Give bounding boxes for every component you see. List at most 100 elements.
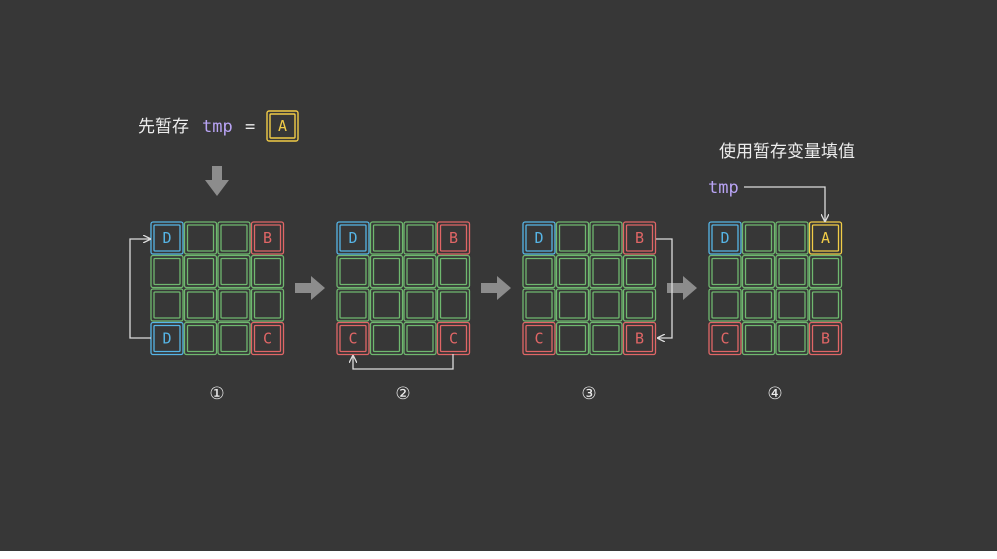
fill-with-temp-label: 使用暂存变量填值 (719, 141, 855, 162)
matrix-cell (522, 254, 556, 289)
matrix-cell-letter: B (263, 229, 272, 247)
matrix-cell-c: C (708, 321, 742, 356)
matrix-cell-d: D (150, 321, 184, 356)
matrix-cell (555, 221, 590, 255)
matrix-cell (403, 288, 437, 322)
tmp-value-box: A (266, 110, 299, 142)
matrix-cell (741, 254, 776, 289)
matrix-cell (622, 254, 657, 289)
tmp-variable-label: tmp (202, 117, 233, 137)
matrix-cell-c: C (436, 321, 471, 356)
matrix-cell (622, 288, 657, 322)
matrix-cell (183, 221, 218, 255)
store-temp-label: 先暂存 (138, 117, 189, 137)
matrix-cell (403, 254, 437, 289)
matrix-cell-letter: C (449, 330, 458, 348)
tmp-value-letter: A (278, 117, 287, 135)
matrix-cell (741, 288, 776, 322)
matrix-cell-d: D (522, 221, 556, 255)
matrix-rotation-diagram: 先暂存 tmp = A 使用暂存变量填值 tmp D B D C D B C C D B C B D A C… (129, 110, 855, 404)
matrix-cell (369, 288, 404, 322)
matrix-cell (183, 288, 218, 322)
matrix-cell (150, 254, 184, 289)
matrix-cell (808, 288, 843, 322)
matrix-cell-b: B (250, 221, 285, 255)
matrix-cell-letter: C (348, 330, 357, 348)
matrix-cell (183, 321, 218, 356)
matrix-cell-letter: D (720, 229, 729, 247)
step-arrow-icon (481, 276, 511, 300)
matrix-cell-b: B (622, 221, 657, 255)
step-number: ① (209, 384, 224, 404)
equals-sign: = (245, 117, 255, 137)
matrix-cell (555, 254, 590, 289)
matrix-cell (589, 254, 623, 289)
matrix-cell-c: C (250, 321, 285, 356)
step-number: ③ (581, 384, 596, 404)
step-arrow-icon (295, 276, 325, 300)
matrix-grid: D B C B (522, 221, 657, 356)
matrix-cell-b: B (622, 321, 657, 356)
matrix-grid: D B D C (150, 221, 285, 356)
matrix-cell-d: D (336, 221, 370, 255)
matrix-cell (150, 288, 184, 322)
matrix-grid: D A C B (708, 221, 843, 356)
matrix-cell (250, 288, 285, 322)
matrix-cell (217, 288, 251, 322)
move-d-up-connector (129, 239, 151, 339)
move-c-left-connector (353, 354, 454, 370)
matrix-cell-letter: B (635, 330, 644, 348)
fill-tmp-variable-label: tmp (708, 178, 739, 198)
matrix-cell (775, 321, 809, 356)
matrix-cell-letter: C (534, 330, 543, 348)
matrix-cell (369, 321, 404, 356)
matrix-cell-letter: D (348, 229, 357, 247)
matrix-cell-a: A (808, 221, 843, 255)
matrix-cell-letter: A (821, 229, 830, 247)
matrix-cell (775, 254, 809, 289)
matrix-cell (336, 254, 370, 289)
matrix-cell (589, 321, 623, 356)
matrix-cell (217, 321, 251, 356)
matrix-cell (775, 221, 809, 255)
matrix-cell (436, 254, 471, 289)
matrix-cell-c: C (522, 321, 556, 356)
matrix-cell-b: B (436, 221, 471, 255)
matrix-cell (589, 221, 623, 255)
matrix-cell (808, 254, 843, 289)
matrix-cell-letter: D (162, 229, 171, 247)
store-down-arrow-icon (205, 166, 229, 196)
matrix-cell-d: D (150, 221, 184, 255)
matrix-cell-letter: B (821, 330, 830, 348)
matrix-cell (369, 221, 404, 255)
matrix-cell-b: B (808, 321, 843, 356)
matrix-cell (741, 321, 776, 356)
matrix-cell-letter: D (534, 229, 543, 247)
matrix-cell (555, 321, 590, 356)
matrix-cell (369, 254, 404, 289)
fill-tmp-connector (744, 186, 825, 221)
matrix-cell-letter: B (635, 229, 644, 247)
matrix-cell (217, 254, 251, 289)
matrix-cell-letter: D (162, 330, 171, 348)
matrix-cell-letter: C (720, 330, 729, 348)
matrix-cell (589, 288, 623, 322)
matrix-cell-letter: B (449, 229, 458, 247)
matrix-cell-c: C (336, 321, 370, 356)
step-number: ④ (767, 384, 782, 404)
matrix-grid: D B C C (336, 221, 471, 356)
matrix-cell (522, 288, 556, 322)
matrix-cell (183, 254, 218, 289)
matrix-cell (708, 254, 742, 289)
matrix-cell (403, 221, 437, 255)
matrix-cell (555, 288, 590, 322)
matrix-cell (436, 288, 471, 322)
matrix-cell (217, 221, 251, 255)
bottom-edge-strip (0, 551, 997, 559)
step-number: ② (395, 384, 410, 404)
matrix-cell-d: D (708, 221, 742, 255)
matrix-cell (250, 254, 285, 289)
matrix-cell (741, 221, 776, 255)
matrix-cell (336, 288, 370, 322)
matrix-cell (403, 321, 437, 356)
